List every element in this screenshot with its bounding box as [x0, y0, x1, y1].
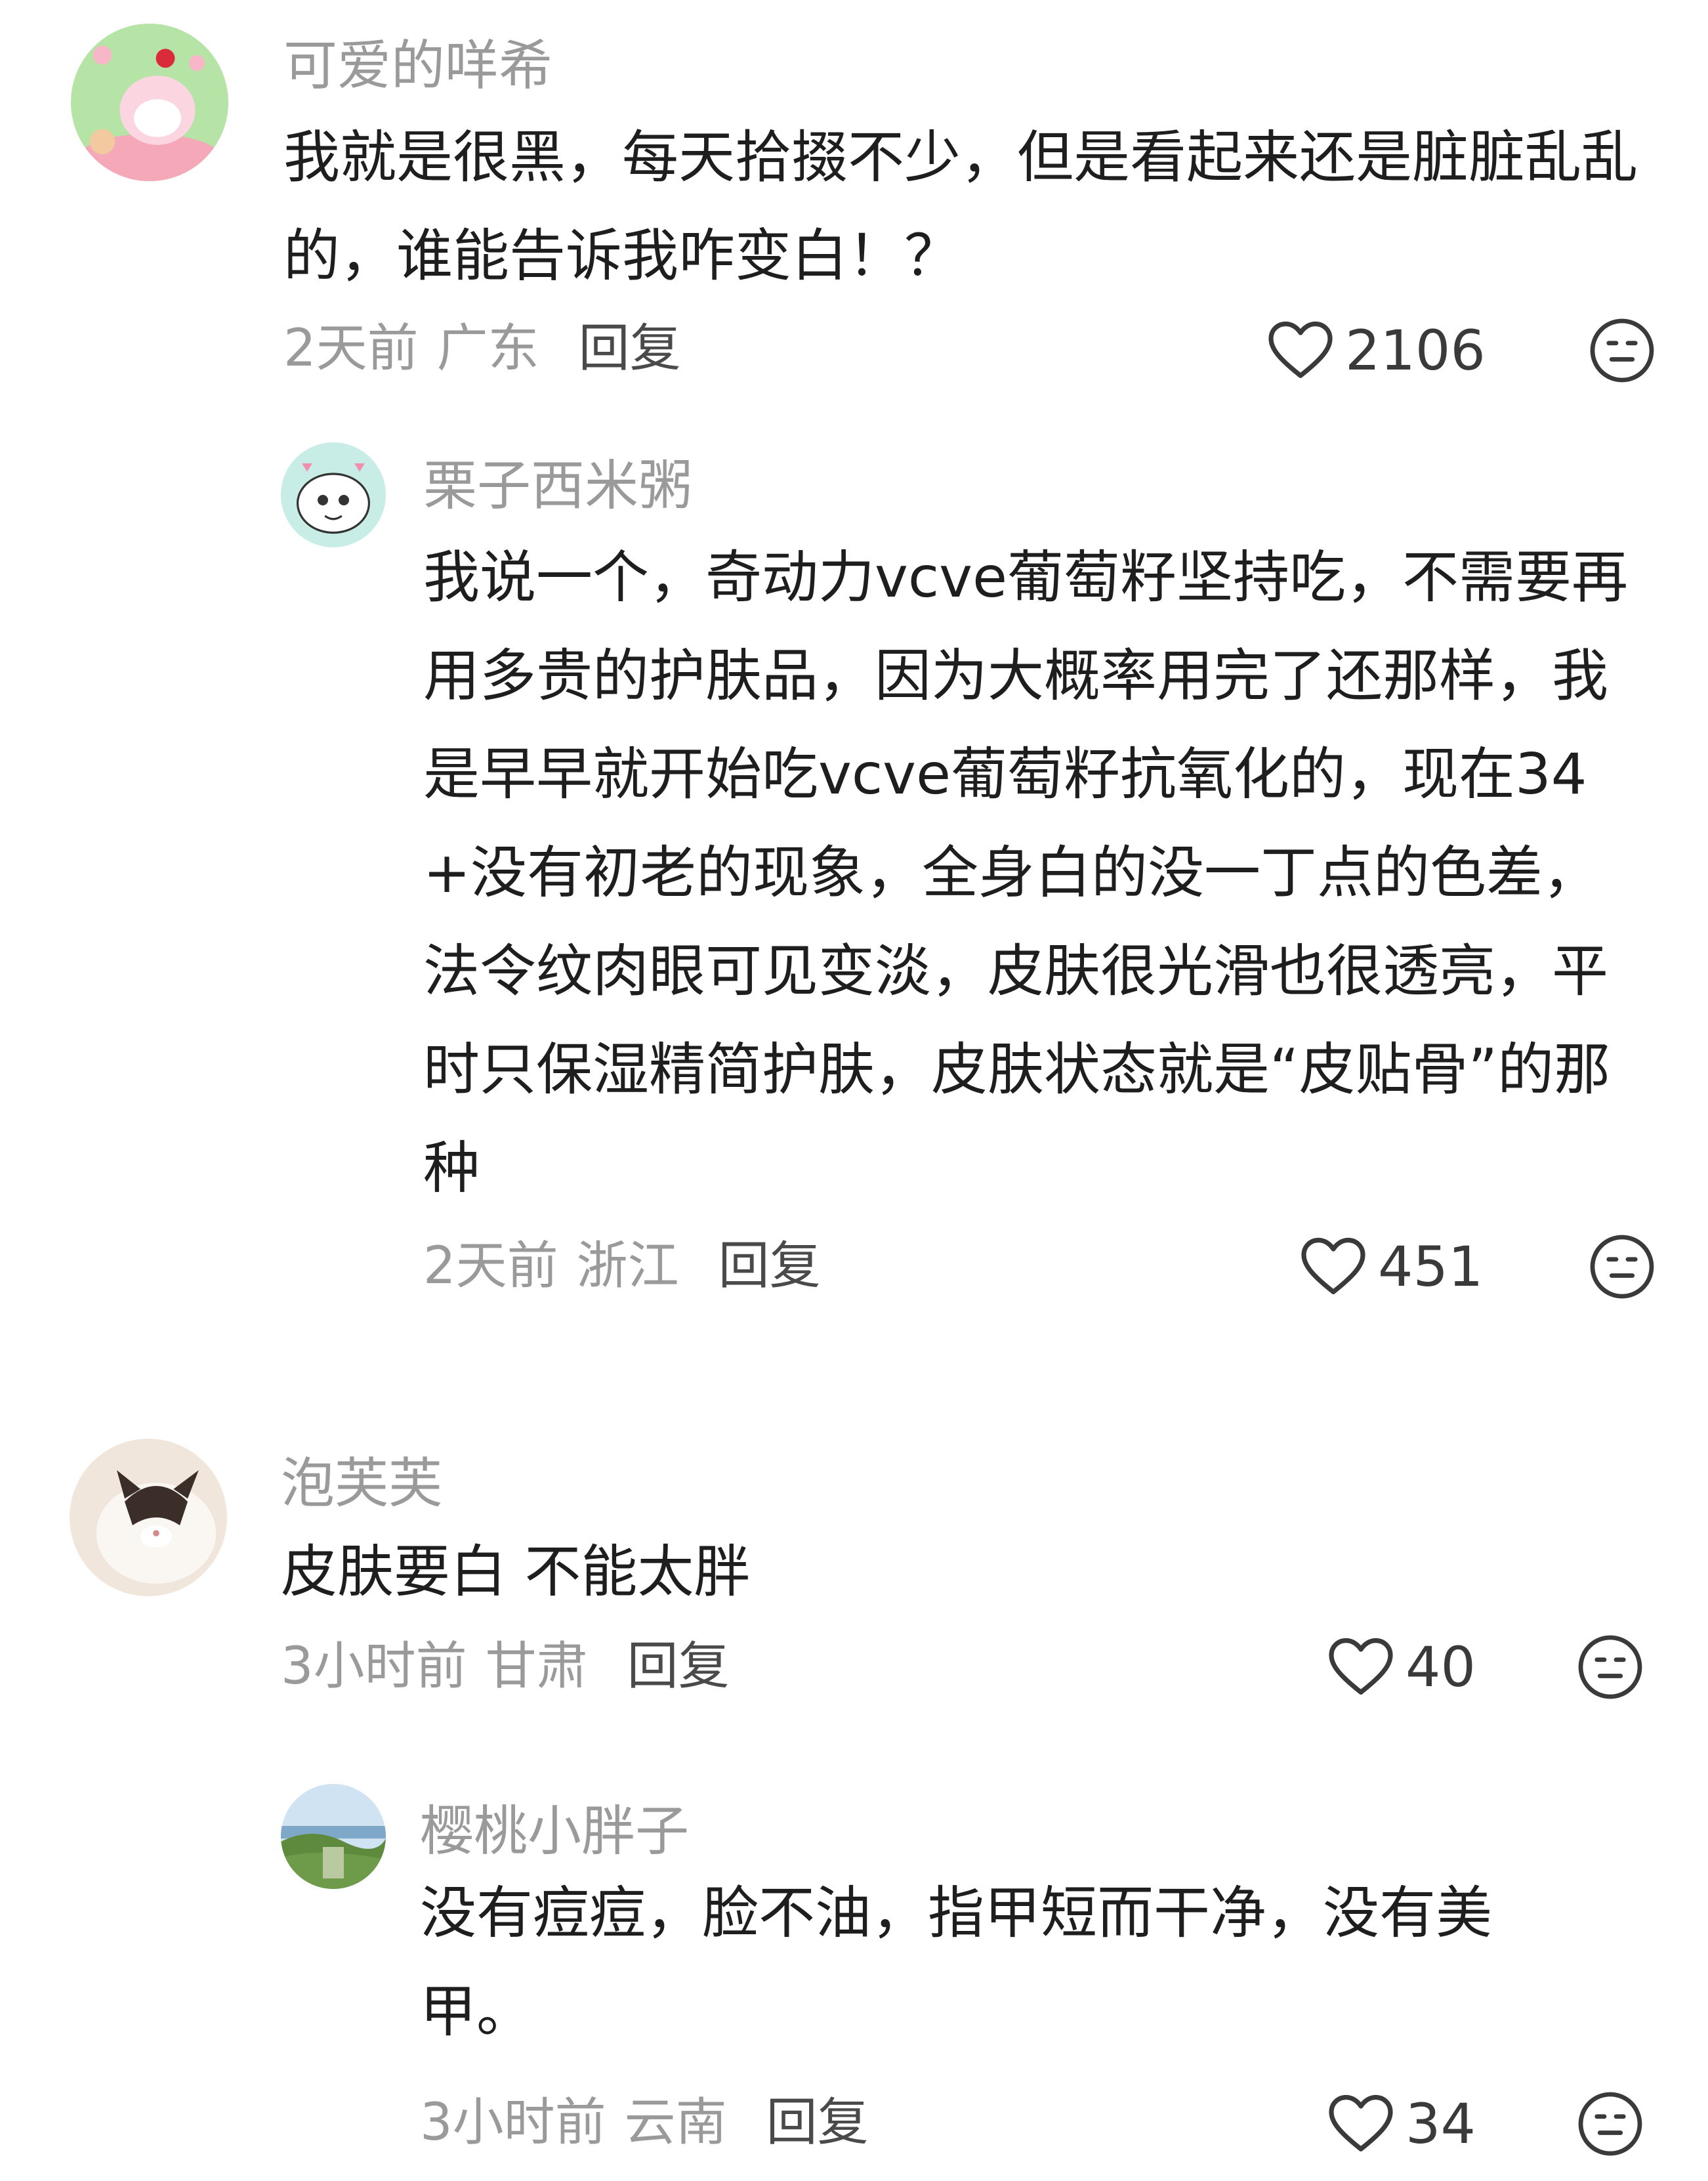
cartoon-dog-avatar-icon — [281, 442, 386, 547]
comment-time: 2天前 — [423, 1237, 558, 1296]
username[interactable]: 栗子西米粥 — [423, 459, 692, 513]
reply-item: 栗子西米粥 我说一个，奇动力vcve葡萄籽坚持吃，不需要再用多贵的护肤品，因为大… — [0, 420, 1708, 1326]
unhappy-face-icon — [1590, 1235, 1654, 1299]
like-count: 34 — [1406, 2092, 1476, 2156]
comment-location: 广东 — [436, 319, 539, 378]
reply-button[interactable]: 回复 — [579, 319, 681, 378]
comment-meta: 3小时前 甘肃 回复 — [281, 1641, 730, 1692]
like-button[interactable]: 2106 — [1265, 315, 1486, 386]
dislike-button[interactable] — [1587, 1231, 1657, 1302]
reply-button[interactable]: 回复 — [766, 2093, 869, 2152]
user-avatar[interactable] — [70, 1439, 227, 1596]
comment-time: 3小时前 — [420, 2093, 606, 2152]
comment-meta: 3小时前 云南 回复 — [420, 2097, 869, 2148]
unhappy-face-icon — [1578, 2092, 1642, 2156]
like-count: 2106 — [1345, 318, 1486, 383]
comment-text: 皮肤要白 不能太胖 — [281, 1539, 751, 1605]
comment-item: 可爱的咩希 我就是很黑，每天拾掇不少，但是看起来还是脏脏乱乱的，谁能告诉我咋变白… — [0, 0, 1708, 407]
comment-text: 没有痘痘，脸不油，指甲短而干净，没有美甲。 — [420, 1880, 1492, 2044]
dislike-button[interactable] — [1575, 1632, 1646, 1703]
heart-icon — [1329, 2094, 1393, 2151]
dislike-button[interactable] — [1575, 2088, 1646, 2159]
heart-icon — [1268, 321, 1333, 378]
comment-meta: 2天前 广东 回复 — [283, 323, 681, 374]
user-avatar[interactable] — [71, 24, 228, 181]
landscape-avatar-icon — [281, 1784, 386, 1889]
comment-time: 3小时前 — [281, 1637, 467, 1696]
unhappy-face-icon — [1578, 1635, 1642, 1699]
comment-text: 我说一个，奇动力vcve葡萄籽坚持吃，不需要再用多贵的护肤品，因为大概率用完了还… — [423, 545, 1628, 1201]
dislike-button[interactable] — [1587, 315, 1657, 386]
melody-avatar-icon — [71, 24, 228, 181]
like-count: 451 — [1378, 1235, 1484, 1299]
like-button[interactable]: 451 — [1298, 1231, 1483, 1302]
user-avatar[interactable] — [281, 442, 386, 547]
comment-meta: 2天前 浙江 回复 — [423, 1240, 821, 1292]
unhappy-face-icon — [1590, 318, 1654, 383]
cat-avatar-icon — [70, 1439, 227, 1596]
comment-item: 泡芙芙 皮肤要白 不能太胖 3小时前 甘肃 回复 40 — [0, 1431, 1708, 1759]
comment-location: 甘肃 — [485, 1637, 588, 1696]
reply-item: 樱桃小胖子 没有痘痘，脸不油，指甲短而干净，没有美甲。 3小时前 云南 回复 34 — [0, 1772, 1708, 2181]
like-button[interactable]: 34 — [1325, 2088, 1476, 2159]
comment-text: 我就是很黑，每天拾掇不少，但是看起来还是脏脏乱乱的，谁能告诉我咋变白！？ — [283, 125, 1638, 289]
heart-icon — [1301, 1237, 1365, 1294]
username[interactable]: 泡芙芙 — [281, 1457, 442, 1511]
like-count: 40 — [1406, 1635, 1476, 1699]
username[interactable]: 樱桃小胖子 — [420, 1805, 689, 1859]
reply-button[interactable]: 回复 — [719, 1237, 821, 1296]
comment-location: 浙江 — [576, 1237, 679, 1296]
comment-location: 云南 — [624, 2093, 727, 2152]
like-button[interactable]: 40 — [1325, 1632, 1476, 1703]
user-avatar[interactable] — [281, 1784, 386, 1889]
username[interactable]: 可爱的咩希 — [283, 39, 552, 93]
heart-icon — [1329, 1638, 1393, 1695]
reply-button[interactable]: 回复 — [627, 1637, 730, 1696]
comment-time: 2天前 — [283, 319, 419, 378]
